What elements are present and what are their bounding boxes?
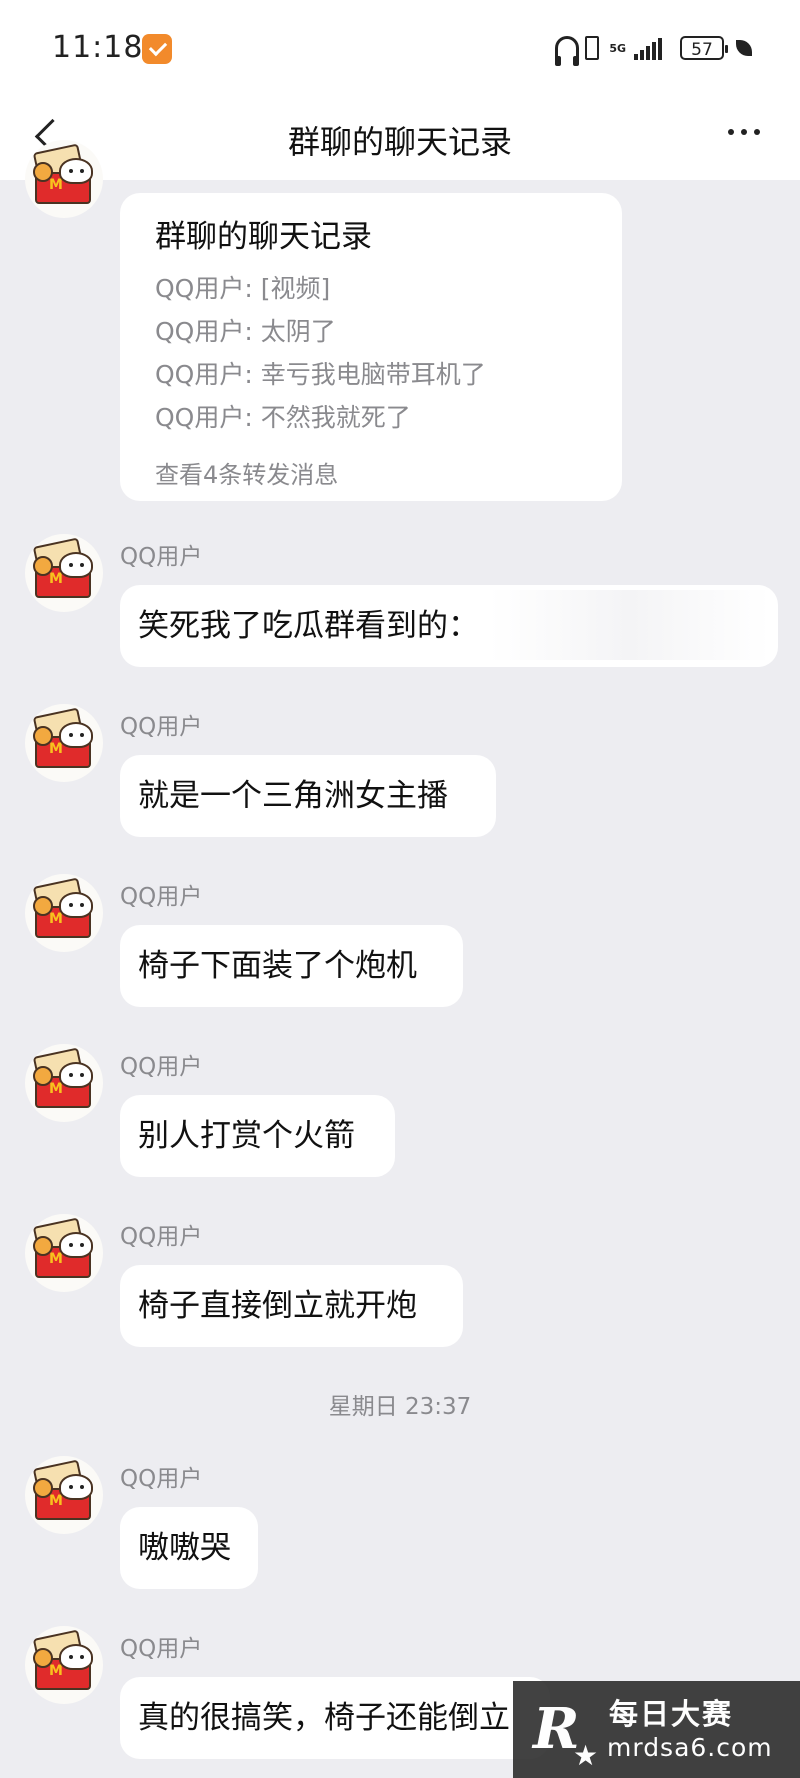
message-text: 真的很搞笑，椅子还能倒立 <box>138 1700 510 1736</box>
watermark-title: 每日大赛 <box>609 1697 734 1731</box>
status-indicators: 5G 57 <box>555 30 752 66</box>
blurred-area <box>490 590 770 660</box>
sender-name: QQ用户 <box>120 714 203 740</box>
nav-bar: 群聊的聊天记录 <box>0 95 800 180</box>
avatar[interactable]: M <box>25 1626 103 1704</box>
sender-name: QQ用户 <box>120 1054 203 1080</box>
avatar[interactable]: M <box>25 704 103 782</box>
forward-line: QQ用户: 太阴了 <box>155 317 336 346</box>
forwarded-chat-card[interactable]: 群聊的聊天记录 QQ用户: [视频] QQ用户: 太阴了 QQ用户: 幸亏我电脑… <box>120 193 622 501</box>
status-time: 11:18 <box>52 30 144 65</box>
more-icon[interactable] <box>728 129 760 135</box>
message-bubble[interactable]: 就是一个三角洲女主播 <box>120 755 496 837</box>
headphones-icon <box>555 36 580 66</box>
forward-line: QQ用户: 不然我就死了 <box>155 403 411 432</box>
sender-name: QQ用户 <box>120 1466 203 1492</box>
network-type: 5G <box>609 41 626 55</box>
forward-card-title: 群聊的聊天记录 <box>155 219 372 255</box>
avatar[interactable]: M <box>25 140 103 218</box>
message-text: 别人打赏个火箭 <box>138 1118 355 1154</box>
sender-name: QQ用户 <box>120 1636 203 1662</box>
avatar[interactable]: M <box>25 1214 103 1292</box>
sender-name: QQ用户 <box>120 884 203 910</box>
star-icon: ★ <box>573 1739 599 1772</box>
timestamp: 星期日 23:37 <box>328 1394 472 1420</box>
signal-icon <box>634 36 662 60</box>
message-text: 就是一个三角洲女主播 <box>138 778 448 814</box>
sender-name: QQ用户 <box>120 544 203 570</box>
forward-line: QQ用户: [视频] <box>155 274 331 303</box>
message-bubble[interactable]: 别人打赏个火箭 <box>120 1095 395 1177</box>
avatar[interactable]: M <box>25 1456 103 1534</box>
forward-line: QQ用户: 幸亏我电脑带耳机了 <box>155 360 486 389</box>
view-forwarded-link[interactable]: 查看4条转发消息 <box>155 455 338 490</box>
avatar[interactable]: M <box>25 874 103 952</box>
app-notification-icon <box>142 34 172 64</box>
message-text: 椅子直接倒立就开炮 <box>138 1288 417 1324</box>
sender-name: QQ用户 <box>120 1224 203 1250</box>
message-bubble[interactable]: 椅子直接倒立就开炮 <box>120 1265 463 1347</box>
page-title: 群聊的聊天记录 <box>287 123 512 161</box>
message-text: 嗷嗷哭 <box>138 1530 231 1566</box>
status-bar: 11:18 5G 57 <box>0 0 800 95</box>
message-bubble[interactable]: 椅子下面装了个炮机 <box>120 925 463 1007</box>
avatar[interactable]: M <box>25 1044 103 1122</box>
message-text: 椅子下面装了个炮机 <box>138 948 417 984</box>
device-battery-icon <box>585 36 600 60</box>
battery-icon: 57 <box>680 36 728 60</box>
watermark-url: mrdsa6.com <box>607 1733 773 1762</box>
watermark: R ★ 每日大赛 mrdsa6.com <box>513 1681 800 1778</box>
message-bubble[interactable]: 嗷嗷哭 <box>120 1507 258 1589</box>
avatar[interactable]: M <box>25 534 103 612</box>
message-bubble[interactable]: 真的很搞笑，椅子还能倒立 <box>120 1677 550 1759</box>
message-text: 笑死我了吃瓜群看到的： <box>138 608 479 644</box>
leaf-icon <box>736 40 752 56</box>
